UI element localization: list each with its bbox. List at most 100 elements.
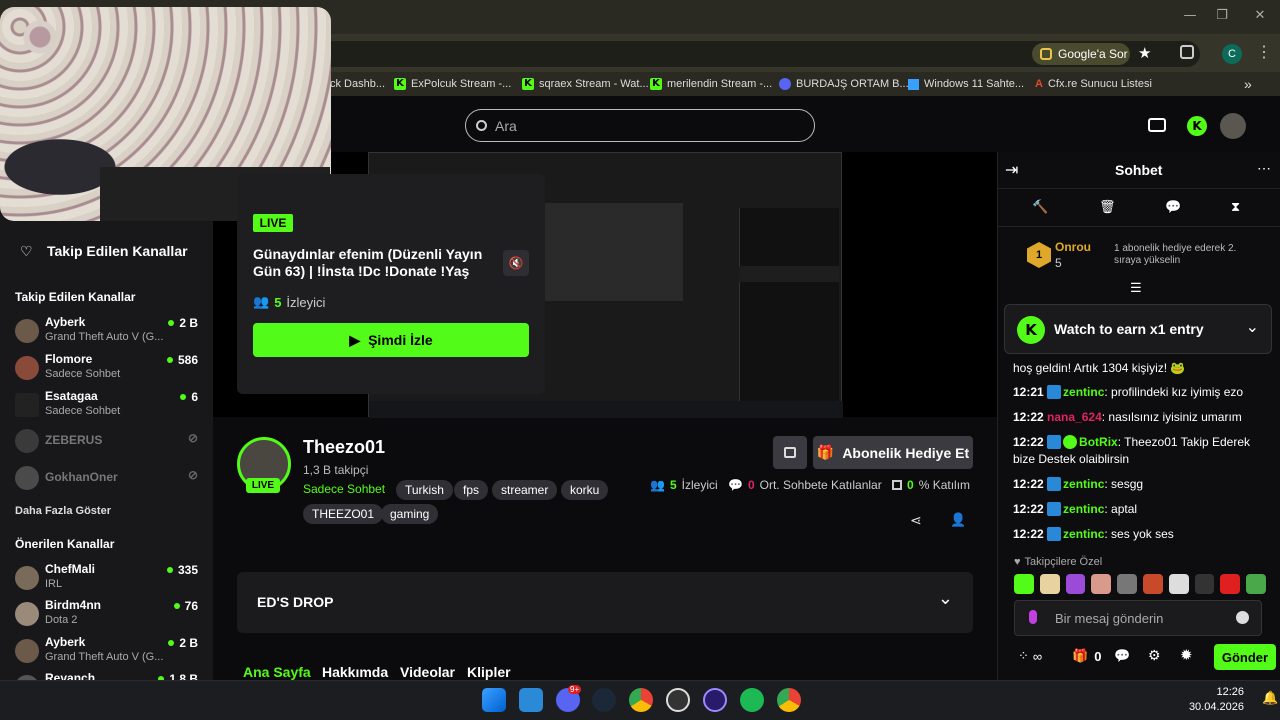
participation-rate: 0 % Katılım xyxy=(892,478,970,492)
channel-name[interactable]: Theezo01 xyxy=(303,437,385,458)
sidebar-channel[interactable]: ChefMali IRL 335 xyxy=(15,562,205,594)
chrome-profile-icon[interactable] xyxy=(777,688,801,712)
emote-icon[interactable] xyxy=(1220,574,1241,594)
clip-button[interactable] xyxy=(773,436,807,469)
emote-icon[interactable] xyxy=(1194,574,1215,594)
sidebar-channel[interactable]: Ayberk Grand Theft Auto V (G... 2 B xyxy=(15,315,205,347)
chevron-down-icon[interactable]: ⌄ xyxy=(1246,317,1259,337)
points-display[interactable]: ⁘ ∞ xyxy=(1018,648,1042,664)
watch-now-button[interactable]: ▶ Şimdi İzle xyxy=(253,323,529,357)
tag-chip[interactable]: THEEZO01 xyxy=(303,504,384,524)
google-ask-button[interactable]: Google'a Sor xyxy=(1032,43,1130,65)
tag-chip[interactable]: Turkish xyxy=(396,480,453,500)
bookmark-item[interactable]: K ExPolcuk Stream -... xyxy=(394,76,511,92)
channel-viewer-count: 👥 5 İzleyici xyxy=(650,478,718,492)
emote-icon[interactable] xyxy=(1065,574,1086,594)
emote-icon[interactable] xyxy=(1246,574,1266,594)
windows-start-icon[interactable] xyxy=(482,688,506,712)
badge-icon[interactable]: ✹ xyxy=(1180,646,1193,664)
spotify-icon[interactable] xyxy=(740,688,764,712)
notification-bell-icon[interactable]: 🔔 xyxy=(1262,690,1278,706)
send-button[interactable]: Gönder xyxy=(1214,644,1276,670)
sidebar-channel[interactable]: ZEBERUS ⊘ xyxy=(15,427,205,459)
close-window-button[interactable]: ✕ xyxy=(1250,8,1270,26)
tab-clips[interactable]: Klipler xyxy=(467,664,511,680)
chat-bubble-icon[interactable]: 💬 xyxy=(1165,199,1181,215)
mute-icon[interactable]: 🔇 xyxy=(503,250,529,276)
watch-earn-banner[interactable]: K Watch to earn x1 entry ⌄ xyxy=(1004,304,1272,354)
tag-chip[interactable]: korku xyxy=(561,480,609,500)
browser-menu-icon[interactable]: ⋮ xyxy=(1256,42,1272,62)
gift-box-icon: 🎁 xyxy=(1072,648,1089,663)
follow-user-icon[interactable]: 👤 xyxy=(950,512,966,528)
microphone-icon[interactable] xyxy=(1029,610,1037,624)
followed-heading[interactable]: Takip Edilen Kanallar xyxy=(47,243,188,259)
tab-videos[interactable]: Videolar xyxy=(400,664,455,680)
chat-message: 12:22 nana_624: nasılsınız iyisiniz umar… xyxy=(1013,410,1242,424)
clock-date[interactable]: 30.04.2026 xyxy=(1188,701,1244,713)
tag-chip[interactable]: fps xyxy=(454,480,489,500)
user-avatar[interactable] xyxy=(1220,113,1246,139)
emote-icon[interactable] xyxy=(1091,574,1112,594)
tab-about[interactable]: Hakkımda xyxy=(322,664,388,680)
show-more-link[interactable]: Daha Fazla Göster xyxy=(15,505,111,517)
emote-icon[interactable] xyxy=(1039,574,1060,594)
share-icon[interactable]: ⋖ xyxy=(910,512,922,529)
chrome-icon[interactable] xyxy=(629,688,653,712)
drops-panel[interactable]: ED'S DROP ⌄ xyxy=(237,572,973,633)
top-gifter-name[interactable]: Onrou xyxy=(1055,240,1091,254)
emote-icon[interactable] xyxy=(1014,574,1034,594)
chat-options-icon[interactable]: ⋯ xyxy=(1257,160,1271,177)
bookmarks-overflow-button[interactable]: » xyxy=(1244,76,1252,92)
settings-gear-icon[interactable]: ⚙ xyxy=(1148,647,1161,664)
tag-chip[interactable]: streamer xyxy=(492,480,558,500)
pin-icon[interactable]: ☰ xyxy=(1130,280,1142,296)
minimize-button[interactable]: — xyxy=(1180,8,1200,26)
tag-chip[interactable]: gaming xyxy=(381,504,439,524)
emoji-icon[interactable] xyxy=(1236,611,1249,624)
bookmark-item[interactable]: Ksqraex Stream - Wat... xyxy=(522,76,649,92)
verified-badge-icon xyxy=(1047,502,1062,516)
sidebar-channel[interactable]: Revanch 1,8 B xyxy=(15,671,205,680)
rewards-icon[interactable] xyxy=(1148,118,1166,132)
gift-sub-button[interactable]: 🎁 Abonelik Hediye Et xyxy=(813,436,973,469)
recommended-section-title: Önerilen Kanallar xyxy=(15,537,115,551)
bookmark-item[interactable]: BURDAJŞ ORTAM B... xyxy=(779,76,909,92)
live-badge: LIVE xyxy=(253,214,293,232)
clock-time[interactable]: 12:26 xyxy=(1196,686,1244,698)
sidebar-channel[interactable]: Ayberk Grand Theft Auto V (G... 2 B xyxy=(15,635,205,667)
emote-icon[interactable] xyxy=(1117,574,1137,594)
maximize-button[interactable]: ❐ xyxy=(1212,8,1232,26)
chat-bubble-icon[interactable]: 💬 xyxy=(1114,648,1130,664)
emote-icon[interactable] xyxy=(1168,574,1189,594)
chat-input[interactable]: Bir mesaj gönderin xyxy=(1014,600,1262,636)
collapse-chat-icon[interactable]: ⇥ xyxy=(1005,160,1018,180)
gift-counter[interactable]: 🎁 0 xyxy=(1072,648,1101,664)
extensions-icon[interactable] xyxy=(1180,45,1194,59)
chat-message: 12:22 zentinc: aptal xyxy=(1013,502,1138,516)
emote-icon[interactable] xyxy=(1142,574,1163,594)
profile-avatar[interactable]: C xyxy=(1222,44,1242,64)
bookmark-item[interactable]: Windows 11 Sahte... xyxy=(908,76,1024,92)
sidebar-channel[interactable]: Birdm4nn Dota 2 76 xyxy=(15,598,205,630)
kick-coin-icon[interactable]: K xyxy=(1187,116,1207,136)
bookmark-star-icon[interactable]: ★ xyxy=(1138,44,1151,62)
obs-icon[interactable] xyxy=(666,688,690,712)
steam-icon[interactable] xyxy=(592,688,616,712)
sidebar-channel[interactable]: GokhanOner ⊘ xyxy=(15,464,205,496)
bookmark-item[interactable]: Kmerilendin Stream -... xyxy=(650,76,772,92)
sidebar-channel[interactable]: Esatagaa Sadece Sohbet 6 xyxy=(15,389,205,421)
trash-icon[interactable]: 🗑 xyxy=(1099,199,1116,215)
tab-home[interactable]: Ana Sayfa xyxy=(243,664,311,680)
bookmark-item[interactable]: ck Dashb... xyxy=(330,76,385,92)
verified-badge-icon xyxy=(1063,435,1078,449)
kick-icon: K xyxy=(522,78,534,90)
bookmark-item[interactable]: A Cfx.re Sunucu Listesi xyxy=(1035,76,1152,92)
search-input[interactable]: Ara xyxy=(465,109,815,142)
sidebar-channel[interactable]: Flomore Sadece Sohbet 586 xyxy=(15,352,205,384)
app-icon[interactable] xyxy=(703,688,727,712)
mod-tools-icon[interactable]: 🔨 xyxy=(1032,199,1048,215)
category-link[interactable]: Sadece Sohbet xyxy=(303,482,385,496)
notepad-icon[interactable] xyxy=(519,688,543,712)
hourglass-icon[interactable]: ⧗ xyxy=(1231,199,1240,215)
